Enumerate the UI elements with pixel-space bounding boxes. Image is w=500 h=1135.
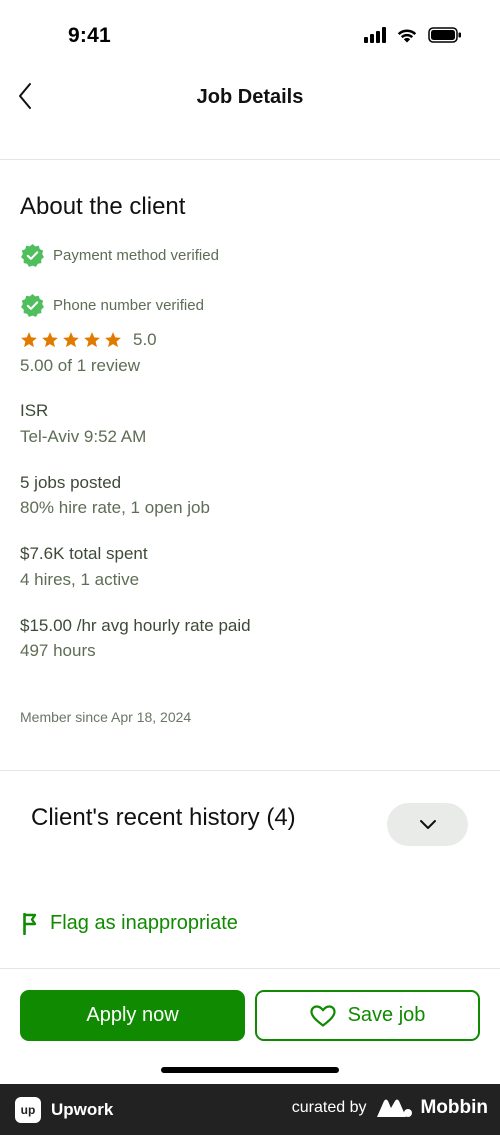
page-title: Job Details: [196, 86, 304, 108]
member-since: Member since Apr 18, 2024: [20, 709, 192, 725]
flag-icon: [23, 912, 37, 935]
total-spent: $7.6K total spent: [20, 544, 148, 563]
star-icon: [21, 332, 37, 348]
heart-icon: [309, 1004, 336, 1027]
chevron-down-icon: [419, 820, 436, 829]
divider: [0, 770, 500, 771]
verified-badge-icon: [21, 244, 44, 267]
rating-value: 5.0: [133, 330, 157, 349]
battery-icon: [428, 27, 462, 43]
phone-verified-row: Phone number verified: [20, 293, 204, 318]
mobbin-brand: Mobbin: [376, 1097, 488, 1119]
jobs-posted: 5 jobs posted: [20, 473, 122, 492]
verification-label: Phone number verified: [53, 297, 204, 314]
footer-band: up Upwork curated by Mobbin: [0, 1084, 500, 1135]
payment-verified-row: Payment method verified: [20, 243, 219, 268]
rating-stars: 5.0: [20, 330, 157, 350]
reviews-text: 5.00 of 1 review: [20, 356, 141, 375]
client-local-time: Tel-Aviv 9:52 AM: [20, 427, 147, 446]
hires-active: 4 hires, 1 active: [20, 570, 140, 589]
upwork-logo-icon: up: [15, 1097, 41, 1123]
mobbin-logo-icon: [377, 1099, 413, 1117]
recent-history-title: Client's recent history (4): [31, 804, 296, 831]
about-client-title: About the client: [20, 193, 186, 220]
status-bar: 9:41: [0, 0, 500, 74]
star-icon: [84, 332, 100, 348]
save-job-button[interactable]: Save job: [255, 990, 480, 1041]
status-icons: [364, 27, 462, 43]
star-icon: [42, 332, 58, 348]
verification-label: Payment method verified: [53, 247, 219, 264]
upwork-name: Upwork: [51, 1100, 114, 1119]
apply-now-button[interactable]: Apply now: [20, 990, 245, 1041]
star-icon: [105, 332, 121, 348]
divider: [0, 968, 500, 969]
mobbin-name: Mobbin: [420, 1097, 488, 1118]
curated-by: curated by Mobbin: [292, 1097, 488, 1119]
status-time: 9:41: [68, 24, 111, 47]
total-hours: 497 hours: [20, 641, 96, 660]
expand-history-button[interactable]: [387, 803, 468, 846]
home-indicator: [161, 1067, 339, 1073]
header: Job Details: [0, 74, 500, 160]
upwork-brand: up Upwork: [15, 1097, 113, 1123]
hire-rate: 80% hire rate, 1 open job: [20, 498, 210, 517]
save-job-label: Save job: [347, 1004, 426, 1026]
client-country: ISR: [20, 401, 49, 420]
avg-hourly-rate: $15.00 /hr avg hourly rate paid: [20, 616, 251, 635]
wifi-icon: [396, 27, 418, 43]
flag-inappropriate-link[interactable]: Flag as inappropriate: [22, 912, 238, 935]
verified-badge-icon: [21, 294, 44, 317]
star-icon: [63, 332, 79, 348]
cellular-signal-icon: [364, 27, 386, 43]
curated-by-label: curated by: [291, 1099, 367, 1116]
flag-label: Flag as inappropriate: [50, 912, 238, 934]
